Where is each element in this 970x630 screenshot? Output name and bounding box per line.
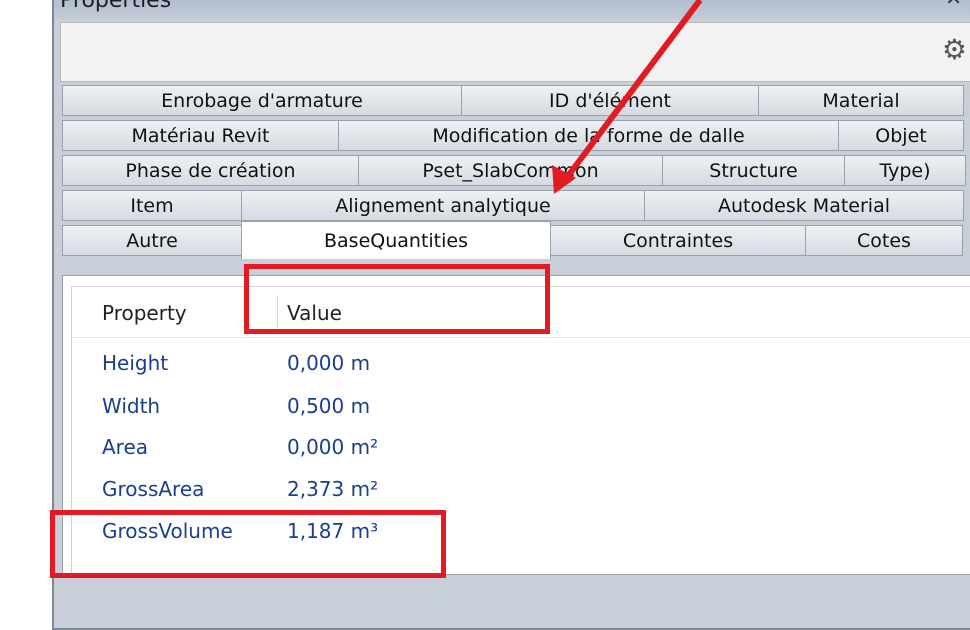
tab-basequantities[interactable]: BaseQuantities	[241, 221, 551, 259]
arrow-line	[562, 0, 703, 182]
annotation-arrow	[552, 0, 703, 194]
